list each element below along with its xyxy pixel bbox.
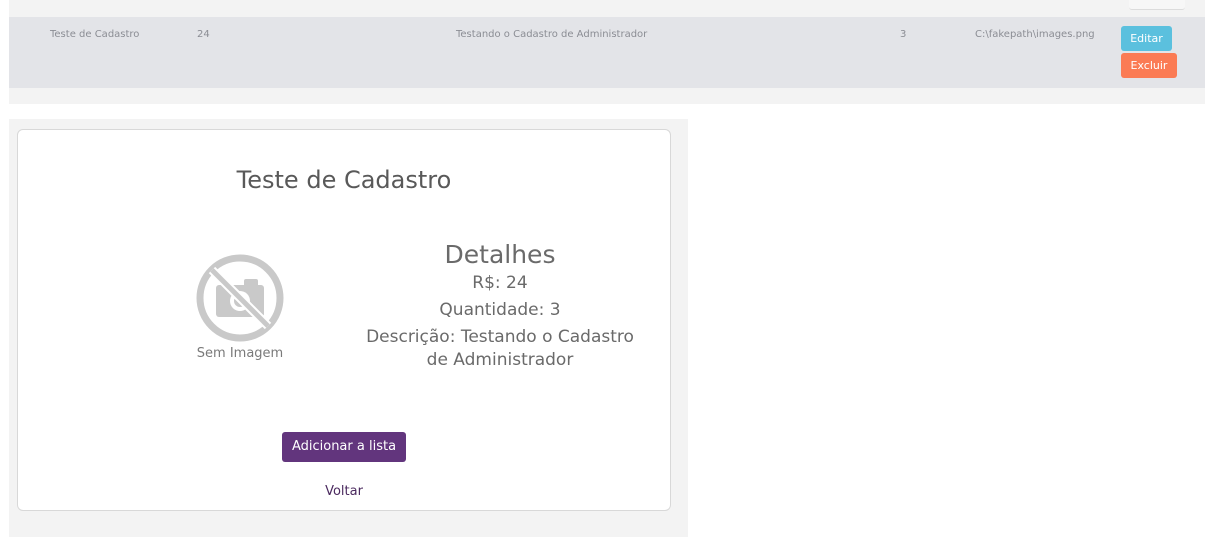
- no-image-label: Sem Imagem: [196, 346, 284, 361]
- previous-row-button-edge: [1129, 0, 1185, 10]
- product-table: Teste de Cadastro 24 Testando o Cadastro…: [9, 0, 1205, 104]
- product-details: Detalhes R$: 24 Quantidade: 3 Descrição:…: [357, 240, 643, 372]
- back-link[interactable]: Voltar: [18, 484, 670, 499]
- product-price: R$: 24: [472, 273, 528, 293]
- cell-image-path: C:\fakepath\images.png: [975, 29, 1095, 40]
- no-camera-icon: [196, 254, 284, 342]
- delete-button[interactable]: Excluir: [1121, 53, 1177, 78]
- table-row: Teste de Cadastro 24 Testando o Cadastro…: [9, 17, 1205, 88]
- row-actions: Editar Excluir: [1121, 26, 1177, 78]
- cell-quantity: 3: [900, 29, 907, 40]
- product-quantity: Quantidade: 3: [439, 300, 561, 320]
- product-description: Descrição: Testando o Cadastro de Admini…: [366, 327, 634, 370]
- product-card: Teste de Cadastro Sem Imagem Detalhes R$…: [17, 129, 671, 511]
- cell-name: Teste de Cadastro: [50, 29, 140, 40]
- cell-price: 24: [197, 29, 210, 40]
- product-detail-section: Teste de Cadastro Sem Imagem Detalhes R$…: [9, 119, 688, 537]
- add-to-list-button[interactable]: Adicionar a lista: [282, 432, 406, 462]
- edit-button[interactable]: Editar: [1121, 26, 1172, 51]
- cell-description: Testando o Cadastro de Administrador: [456, 29, 648, 40]
- details-heading: Detalhes: [444, 240, 556, 269]
- product-title: Teste de Cadastro: [236, 166, 452, 194]
